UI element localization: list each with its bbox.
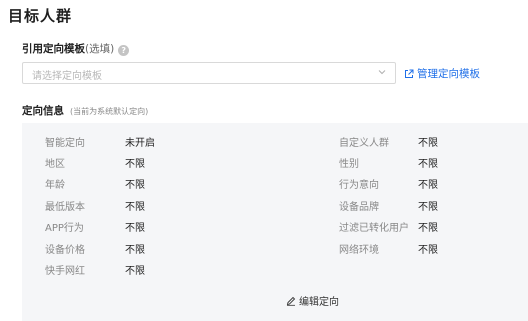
edit-pencil-icon [286,296,296,306]
info-key: 过滤已转化用户 [339,223,409,234]
template-select-placeholder: 请选择定向模板 [32,71,102,82]
info-value: 不限 [418,245,438,256]
info-value: 不限 [125,202,145,213]
info-value: 不限 [418,202,438,213]
info-value: 不限 [125,180,145,191]
info-key: 地区 [45,159,65,170]
info-key: 性别 [339,159,359,170]
optional-hint: (选填) [85,43,115,55]
chevron-down-icon [378,70,386,75]
info-key: 年龄 [45,180,65,191]
info-value: 未开启 [125,138,155,149]
info-key: 智能定向 [45,138,85,149]
info-key: 最低版本 [45,202,85,213]
edit-targeting-button[interactable]: 编辑定向 [286,293,339,308]
targeting-info-label: 定向信息 (当前为系统默认定向) [22,103,148,118]
info-value: 不限 [418,138,438,149]
info-key: APP行为 [45,223,84,234]
info-key: 行为意向 [339,180,379,191]
info-key: 自定义人群 [339,138,389,149]
edit-targeting-label: 编辑定向 [299,297,339,308]
info-key: 网络环境 [339,245,379,256]
targeting-info-panel: 智能定向 未开启 地区 不限 年龄 不限 最低版本 不限 APP行为 不限 设备… [22,123,528,321]
help-icon[interactable]: ? [118,45,130,56]
info-key: 设备价格 [45,245,85,256]
info-value: 不限 [125,159,145,170]
manage-templates-link[interactable]: 管理定向模板 [404,66,480,81]
manage-templates-label: 管理定向模板 [417,68,480,80]
template-label: 引用定向模板(选填)? [22,41,130,56]
page-title: 目标人群 [8,7,73,25]
info-value: 不限 [418,223,438,234]
info-value: 不限 [125,266,145,277]
info-value: 不限 [125,245,145,256]
info-value: 不限 [418,159,438,170]
info-value: 不限 [418,180,438,191]
targeting-info-note: (当前为系统默认定向) [70,107,149,116]
targeting-info-title: 定向信息 [22,105,64,117]
external-link-icon [405,69,414,78]
info-key: 快手网红 [45,266,85,277]
info-key: 设备品牌 [339,202,379,213]
template-select[interactable]: 请选择定向模板 [22,62,396,84]
info-value: 不限 [125,223,145,234]
template-label-text: 引用定向模板 [22,43,85,55]
